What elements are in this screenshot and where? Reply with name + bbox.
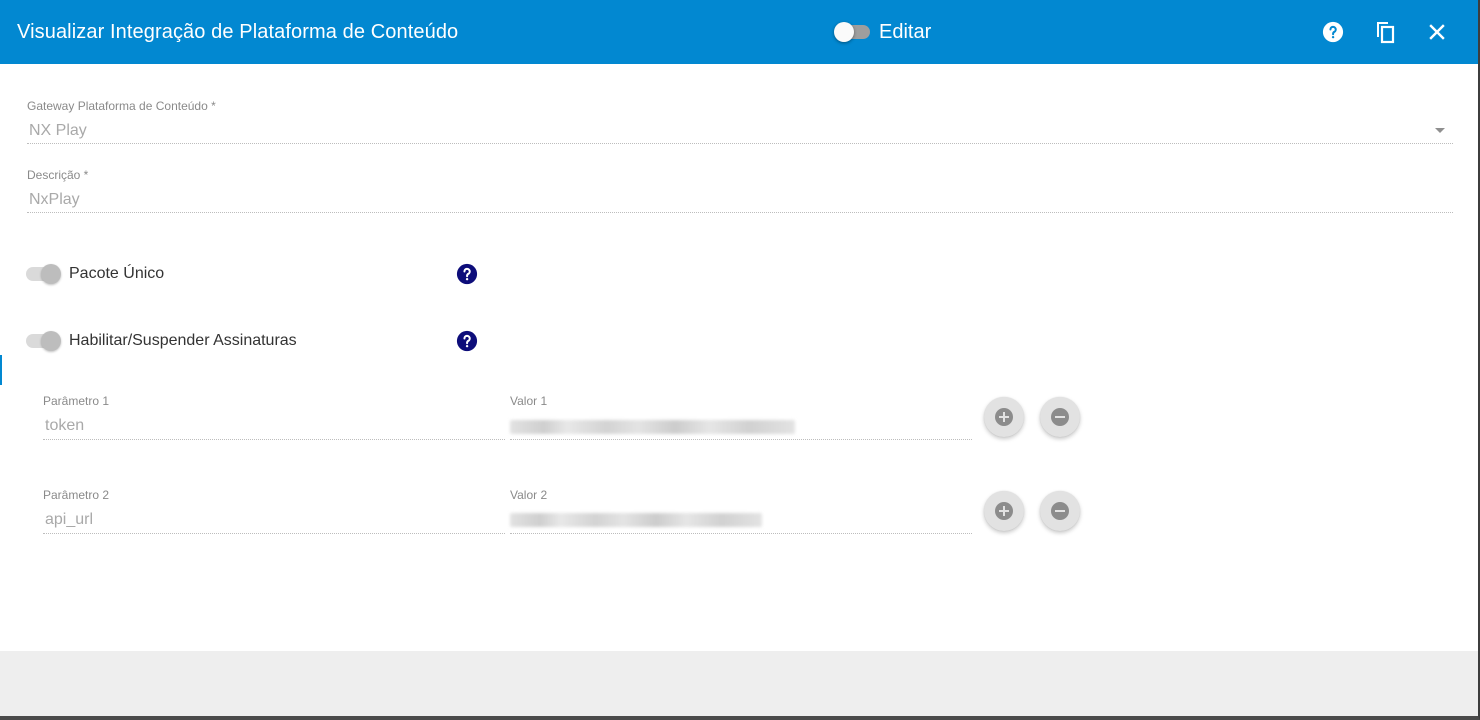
- minus-icon: [1051, 502, 1069, 520]
- parameter-2-underline: [43, 533, 505, 534]
- value-1-underline: [510, 439, 972, 440]
- copy-button[interactable]: [1369, 16, 1401, 48]
- parameter-1-label: Parâmetro 1: [43, 394, 110, 408]
- habilitar-suspender-switch[interactable]: [26, 331, 62, 351]
- pacote-unico-label: Pacote Único: [69, 265, 165, 282]
- help-button[interactable]: [1317, 16, 1349, 48]
- parameter-2-label: Parâmetro 2: [43, 488, 110, 502]
- edit-toggle[interactable]: [834, 22, 870, 42]
- help-icon: [1322, 21, 1344, 43]
- switch-thumb: [41, 264, 61, 284]
- value-2-underline: [510, 533, 972, 534]
- description-label: Descrição *: [27, 168, 89, 182]
- edit-label: Editar: [879, 21, 932, 43]
- gateway-value: NX Play: [29, 122, 87, 139]
- parameter-1-field[interactable]: Parâmetro 1 token: [43, 394, 505, 442]
- add-parameter-1-button[interactable]: [984, 397, 1024, 437]
- value-2-field[interactable]: Valor 2: [510, 488, 972, 536]
- pacote-unico-help-button[interactable]: [456, 263, 478, 285]
- help-icon: [456, 263, 478, 285]
- integration-dialog: Visualizar Integração de Plataforma de C…: [0, 0, 1480, 720]
- value-2-label: Valor 2: [510, 488, 548, 502]
- gateway-select[interactable]: Gateway Plataforma de Conteúdo * NX Play: [27, 99, 1453, 145]
- left-accent-bar: [0, 355, 2, 385]
- habilitar-suspender-label: Habilitar/Suspender Assinaturas: [69, 332, 297, 349]
- pacote-unico-switch[interactable]: [26, 264, 62, 284]
- value-1-label: Valor 1: [510, 394, 548, 408]
- add-parameter-2-button[interactable]: [984, 491, 1024, 531]
- value-2-redacted: [510, 513, 762, 527]
- dialog-footer: [0, 651, 1478, 716]
- parameter-1-underline: [43, 439, 505, 440]
- plus-icon: [995, 502, 1013, 520]
- description-value: NxPlay: [29, 191, 80, 208]
- value-1-redacted: [510, 420, 795, 434]
- value-1-field[interactable]: Valor 1: [510, 394, 972, 442]
- edit-toggle-thumb: [834, 22, 854, 42]
- parameter-1-value: token: [45, 417, 85, 434]
- habilitar-suspender-help-button[interactable]: [456, 330, 478, 352]
- plus-icon: [995, 408, 1013, 426]
- description-field[interactable]: Descrição * NxPlay: [27, 168, 1453, 214]
- close-icon: [1429, 24, 1445, 40]
- switch-row-habilitar-suspender: Habilitar/Suspender Assinaturas: [26, 329, 486, 353]
- dialog-header: Visualizar Integração de Plataforma de C…: [0, 0, 1478, 64]
- gateway-label: Gateway Plataforma de Conteúdo *: [27, 99, 216, 113]
- parameter-2-field[interactable]: Parâmetro 2 api_url: [43, 488, 505, 536]
- remove-parameter-2-button[interactable]: [1040, 491, 1080, 531]
- copy-icon: [1377, 22, 1395, 44]
- dialog-title: Visualizar Integração de Plataforma de C…: [17, 21, 459, 43]
- help-icon: [456, 330, 478, 352]
- remove-parameter-1-button[interactable]: [1040, 397, 1080, 437]
- chevron-down-icon: [1435, 128, 1445, 133]
- close-button[interactable]: [1421, 16, 1453, 48]
- parameter-2-value: api_url: [45, 511, 94, 528]
- description-underline: [27, 212, 1453, 213]
- switch-row-pacote-unico: Pacote Único: [26, 262, 486, 286]
- switch-thumb: [41, 331, 61, 351]
- gateway-underline: [27, 143, 1453, 144]
- minus-icon: [1051, 408, 1069, 426]
